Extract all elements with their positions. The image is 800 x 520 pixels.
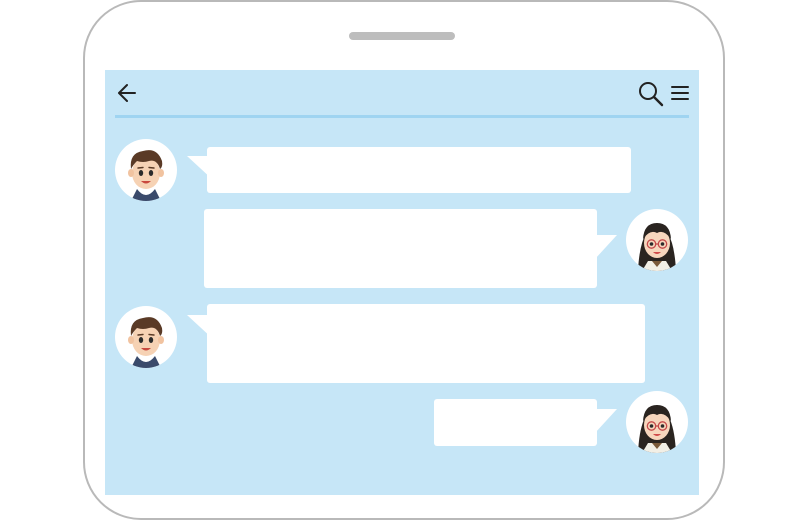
bubble-tail	[595, 235, 617, 259]
message-bubble-outgoing[interactable]	[204, 209, 597, 288]
hamburger-menu-icon	[671, 86, 689, 100]
appbar-divider	[115, 115, 689, 118]
phone-speaker	[349, 32, 455, 40]
avatar-boy	[115, 139, 177, 201]
message-bubble-incoming[interactable]	[207, 147, 631, 193]
avatar-girl	[626, 209, 688, 271]
avatar-boy	[115, 306, 177, 368]
message-bubble-incoming[interactable]	[207, 304, 645, 383]
chat-screen	[105, 70, 699, 495]
arrow-left-icon	[118, 84, 136, 102]
search-button[interactable]	[637, 80, 665, 108]
search-icon	[639, 82, 664, 107]
menu-button[interactable]	[669, 82, 691, 104]
bubble-tail	[595, 409, 617, 433]
avatar-girl	[626, 391, 688, 453]
message-bubble-outgoing[interactable]	[434, 399, 597, 446]
back-button[interactable]	[115, 80, 141, 106]
